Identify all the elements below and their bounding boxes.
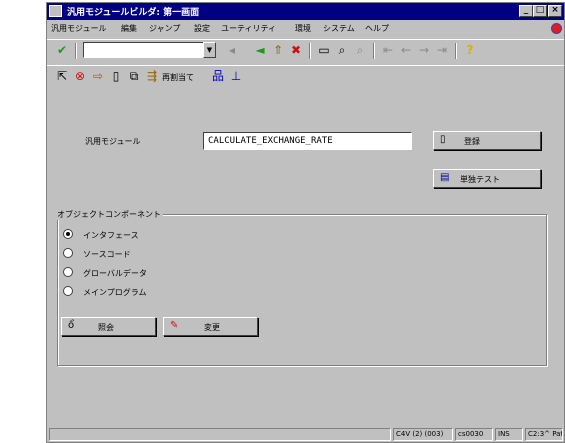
- minimize-button[interactable]: _: [519, 5, 533, 17]
- radio-interface[interactable]: [63, 229, 73, 239]
- status-misc: C2:3^ Pat: [525, 428, 563, 441]
- radio-source-code-label[interactable]: ソースコード: [83, 249, 131, 260]
- session-globe-icon[interactable]: [551, 23, 562, 34]
- radio-global-data-label[interactable]: グローバルデータ: [83, 268, 147, 279]
- help-icon[interactable]: ?: [463, 43, 477, 57]
- enter-check-icon[interactable]: ✔: [55, 43, 69, 57]
- find-icon[interactable]: ⌕: [335, 43, 349, 57]
- hierarchy-icon[interactable]: ⇱: [55, 69, 69, 83]
- toolbar-separator: [373, 43, 375, 59]
- command-field[interactable]: [83, 42, 205, 58]
- close-button[interactable]: ×: [548, 5, 562, 17]
- radio-source-code[interactable]: [63, 248, 73, 258]
- menu-utilities[interactable]: ユーティリティ: [221, 23, 276, 34]
- function-module-label: 汎用モジュール: [85, 137, 141, 146]
- object-list-icon[interactable]: 品: [211, 69, 225, 83]
- radio-selected-dot: [66, 232, 70, 236]
- glasses-icon: ổ: [68, 320, 75, 331]
- pencil-icon: ✎: [170, 320, 179, 331]
- change-button-label: 変更: [204, 323, 220, 332]
- menu-help[interactable]: ヘルプ: [365, 23, 389, 34]
- previous-page-icon[interactable]: ←: [399, 43, 413, 57]
- copy-icon[interactable]: ⧉: [127, 69, 141, 83]
- status-system: C4V (2) (003): [393, 428, 453, 441]
- menu-system[interactable]: システム: [323, 23, 355, 34]
- menu-bar: 汎用モジュール 編集 ジャンプ 設定 ユーティリティ 環境 システム ヘルプ: [47, 21, 564, 37]
- back-icon[interactable]: ◄: [253, 43, 267, 57]
- radio-interface-label[interactable]: インタフェース: [83, 230, 139, 241]
- menu-settings[interactable]: 設定: [194, 23, 210, 34]
- standard-toolbar: ✔ ▼ ◂ ◄ ⇑ ✖ ▭ ⌕ ⌕ ⇤ ← → ⇥ ?: [47, 39, 564, 61]
- find-next-icon[interactable]: ⌕: [353, 43, 367, 57]
- status-mode: INS: [495, 428, 523, 441]
- menu-environment[interactable]: 環境: [295, 23, 311, 34]
- first-page-icon[interactable]: ⇤: [381, 43, 395, 57]
- single-test-button[interactable]: ▤ 単独テスト: [433, 169, 541, 188]
- status-server: cs0030: [455, 428, 493, 441]
- toolbar-separator: [309, 43, 311, 59]
- display-button-label: 照会: [98, 323, 114, 332]
- maximize-button[interactable]: □: [533, 5, 547, 17]
- radio-global-data[interactable]: [63, 267, 73, 277]
- display-button[interactable]: ổ 照会: [61, 317, 156, 336]
- command-dropdown-icon[interactable]: ▼: [203, 42, 216, 58]
- status-bar: C4V (2) (003) cs0030 INS C2:3^ Pat: [47, 427, 564, 442]
- single-test-button-label: 単独テスト: [460, 175, 500, 184]
- toolbar-separator: [455, 43, 457, 59]
- last-page-icon[interactable]: ⇥: [435, 43, 449, 57]
- test-run-icon: ▤: [440, 172, 450, 183]
- status-message: [49, 428, 391, 441]
- test-icon[interactable]: ⇨: [91, 69, 105, 83]
- reassign-label[interactable]: 再割当て: [162, 72, 194, 83]
- function-module-input[interactable]: CALCULATE_EXCHANGE_RATE: [203, 132, 412, 150]
- activate-icon[interactable]: ⊗: [73, 69, 87, 83]
- menu-goto[interactable]: ジャンプ: [149, 23, 180, 34]
- radio-main-program[interactable]: [63, 286, 73, 296]
- where-used-icon[interactable]: ⊥: [229, 69, 243, 83]
- application-toolbar: ⇱ ⊗ ⇨ ▯ ⧉ ⇶ 再割当て 品 ⊥: [47, 65, 564, 87]
- sap-window: 汎用モジュールビルダ: 第一画面 _ □ × 汎用モジュール 編集 ジャンプ 設…: [46, 2, 565, 443]
- menu-function-module[interactable]: 汎用モジュール: [51, 23, 106, 34]
- menu-edit[interactable]: 編集: [121, 23, 137, 34]
- next-page-icon[interactable]: →: [417, 43, 431, 57]
- radio-main-program-label[interactable]: メインプログラム: [83, 287, 147, 298]
- app-icon[interactable]: [49, 5, 62, 17]
- toolbar-separator: [75, 43, 77, 59]
- print-icon[interactable]: ▭: [317, 43, 331, 57]
- window-title: 汎用モジュールビルダ: 第一画面: [67, 8, 200, 18]
- document-icon: ▯: [440, 134, 446, 145]
- create-button[interactable]: ▯ 登録: [433, 131, 541, 150]
- reassign-icon[interactable]: ⇶: [145, 69, 159, 83]
- title-bar: 汎用モジュールビルダ: 第一画面 _ □ ×: [47, 3, 564, 20]
- change-button[interactable]: ✎ 変更: [163, 317, 258, 336]
- save-icon[interactable]: ◂: [225, 43, 239, 57]
- exit-icon[interactable]: ⇑: [271, 43, 285, 57]
- object-components-title: オブジェクトコンポーネント: [55, 209, 163, 220]
- create-button-label: 登録: [464, 137, 480, 146]
- delete-icon[interactable]: ▯: [109, 69, 123, 83]
- cancel-icon[interactable]: ✖: [289, 43, 303, 57]
